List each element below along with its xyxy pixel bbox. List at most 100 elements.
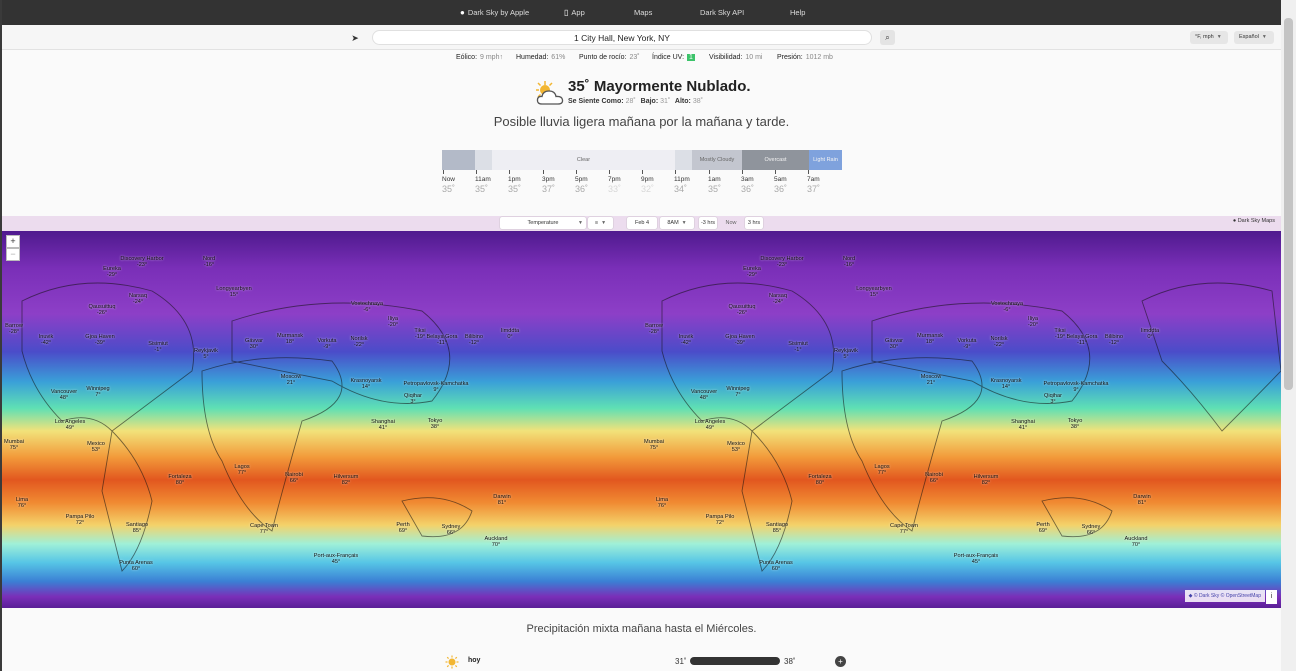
units-select[interactable]: °F, mph ▼ — [1190, 31, 1228, 44]
language-select[interactable]: Español ▼ — [1234, 31, 1274, 44]
map-city-label: Norilsk -22° — [350, 336, 367, 348]
raindrop-icon: ● — [460, 8, 465, 17]
nav-brand-link[interactable]: ● Dark Sky by Apple — [460, 8, 529, 17]
city-temp: 53° — [91, 447, 101, 453]
timeline-hour: 1pm 35˚ — [508, 176, 538, 194]
map-city-label: Hilversum 82° — [974, 474, 999, 486]
nav-api-link[interactable]: Dark Sky API — [700, 8, 744, 17]
map-filter-select[interactable]: ≡ ▼ — [588, 217, 613, 229]
city-temp: 81° — [497, 500, 507, 506]
day-temp-range-bar — [690, 657, 780, 665]
hour-temp: 32˚ — [641, 184, 655, 194]
map-city-label: Discovery Harbor -23° — [120, 256, 163, 268]
map-city-label: Cape Town 77° — [250, 523, 278, 535]
map-city-label: Mumbai 75° — [4, 439, 24, 451]
zoom-out-button[interactable]: − — [6, 248, 20, 261]
uv-badge: 1 — [687, 54, 695, 61]
map-city-label: Eureka -29° — [103, 266, 121, 278]
map-city-label: Darwin 81° — [1133, 494, 1150, 506]
map-city-label: Vostochnaya -6° — [991, 301, 1023, 313]
nav-app-link[interactable]: ▯ App — [564, 8, 585, 17]
timeline-hour: 11pm 34˚ — [674, 176, 704, 194]
map-city-label: Iimddta 0° — [501, 328, 519, 340]
city-temp: 5° — [203, 354, 209, 360]
hourly-timeline-bar[interactable]: Clear Mostly Cloudy Overcast Light Rain — [442, 150, 842, 170]
dark-sky-maps-link[interactable]: ● Dark Sky Maps — [1233, 218, 1275, 224]
map-city-label: Sisimiut -1° — [148, 341, 168, 353]
current-conditions-stats: Eólico: 9 mph↑ Humedad: 61% Punto de rocío… — [2, 52, 1281, 66]
map-city-label: Petropavlovsk-Kamchatka 9° — [1044, 381, 1109, 393]
map-date-select[interactable]: Feb 4 — [627, 217, 657, 229]
expand-day-button[interactable]: + — [835, 656, 846, 667]
timeline-ticks — [442, 170, 842, 175]
map-forward-3hrs-button[interactable]: 3 hrs — [745, 217, 763, 229]
caret-down-icon: ▼ — [1261, 34, 1267, 40]
location-search-input[interactable]: 1 City Hall, New York, NY — [372, 30, 872, 45]
city-temp: -29° — [106, 272, 118, 278]
hour-time: 1am — [708, 176, 721, 183]
map-city-label: Mumbai 75° — [644, 439, 664, 451]
map-layer-select[interactable]: Temperature ▼ — [500, 217, 586, 229]
timeline-tick — [509, 170, 510, 174]
timeline-hour: 5pm 36˚ — [575, 176, 605, 194]
city-temp: -9° — [963, 344, 971, 350]
map-city-label: Qausuittuq -26° — [88, 304, 115, 316]
map-city-label: Punta Arenas 60° — [759, 560, 793, 572]
zoom-in-button[interactable]: + — [6, 235, 20, 248]
timeline-hour: 1am 35˚ — [708, 176, 738, 194]
map-city-label: Gjoa Haven -39° — [725, 334, 755, 346]
day-low-temp: 31˚ — [675, 657, 687, 666]
hour-time: 5am — [774, 176, 787, 183]
map-info-button[interactable]: i — [1266, 590, 1277, 604]
city-temp: -6° — [363, 307, 371, 313]
nav-help-link[interactable]: Help — [790, 8, 805, 17]
city-temp: -39° — [94, 340, 106, 346]
map-city-label: Mexico 53° — [87, 441, 105, 453]
timeline-segment — [442, 150, 475, 170]
city-temp: -1° — [794, 347, 802, 353]
map-city-label: Iliya -20° — [1028, 316, 1038, 328]
map-back-3hrs-button[interactable]: -3 hrs — [699, 217, 717, 229]
map-city-label: Gávvar 30° — [885, 338, 903, 350]
map-city-label: Krasnoyarsk 14° — [350, 378, 381, 390]
map-controls-bar: Temperature ▼ ≡ ▼ Feb 4 8AM ▼ -3 hrs Now 3 … — [2, 216, 1281, 231]
map-city-label: Sisimiut -1° — [788, 341, 808, 353]
map-attribution[interactable]: ◆ © Dark Sky © OpenStreetMap — [1184, 590, 1265, 602]
hour-time: 1pm — [508, 176, 521, 183]
day-high-temp: 38˚ — [784, 657, 796, 666]
city-temp: 72° — [75, 520, 85, 526]
timeline-segment: Clear — [492, 150, 675, 170]
timeline-tick — [642, 170, 643, 174]
temperature-map[interactable]: Discovery Harbor -23° Discovery Harbor -23°… — [2, 231, 1281, 608]
daily-forecast-row[interactable]: hoy 31˚ 38˚ + — [442, 654, 852, 670]
timeline-hour: 7am 37˚ — [807, 176, 837, 194]
city-temp: -22° — [353, 342, 365, 348]
hour-time: 11pm — [674, 176, 690, 183]
map-now-button[interactable]: Now — [720, 217, 742, 229]
city-temp: 53° — [731, 447, 741, 453]
map-city-label: Qausuittuq -26° — [728, 304, 755, 316]
page-scrollbar[interactable] — [1281, 0, 1296, 671]
scrollbar-thumb[interactable] — [1284, 18, 1293, 390]
map-city-label: Moscow 21° — [921, 374, 942, 386]
city-temp: -11° — [1077, 340, 1087, 346]
sun-icon — [445, 655, 459, 669]
map-city-label: Perth 69° — [1036, 522, 1049, 534]
city-temp: 3° — [1050, 399, 1056, 405]
city-temp: 3° — [410, 399, 416, 405]
map-city-label: Vorkuta -9° — [958, 338, 977, 350]
city-temp: -42° — [680, 340, 692, 346]
dark-sky-logo-icon: ◆ — [1188, 593, 1193, 599]
timeline-tick — [443, 170, 444, 174]
city-temp: 0° — [1147, 334, 1153, 340]
city-temp: 82° — [341, 480, 351, 486]
map-time-select[interactable]: 8AM ▼ — [660, 217, 694, 229]
nav-maps-link[interactable]: Maps — [634, 8, 652, 17]
search-icon: ⌕ — [885, 33, 890, 42]
map-city-label: Punta Arenas 60° — [119, 560, 153, 572]
search-button[interactable]: ⌕ — [880, 30, 895, 45]
map-city-label: Nairobi 66° — [285, 472, 303, 484]
timeline-hour: 9pm 32˚ — [641, 176, 671, 194]
city-temp: 21° — [286, 380, 296, 386]
location-arrow-button[interactable]: ➤ — [348, 31, 362, 45]
